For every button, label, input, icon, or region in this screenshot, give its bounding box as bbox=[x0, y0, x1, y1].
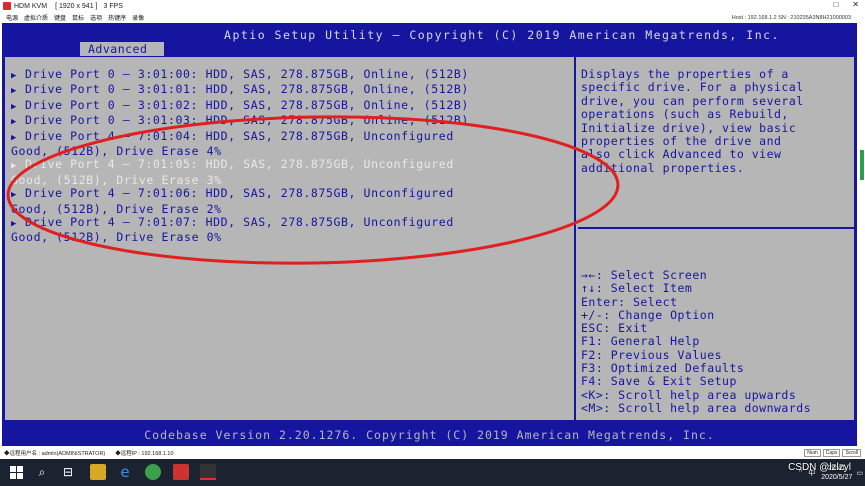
window-title: HDM KVM bbox=[14, 2, 48, 10]
menu-options[interactable]: 选项 bbox=[90, 13, 102, 22]
drive-item[interactable]: ▶ Drive Port 0 – 3:01:02: HDD, SAS, 278.8… bbox=[11, 97, 571, 114]
submenu-arrow-icon: ▶ bbox=[11, 161, 18, 172]
menu-virtual-media[interactable]: 虚拟介质 bbox=[24, 13, 48, 22]
tab-advanced[interactable]: Advanced bbox=[80, 42, 164, 56]
drive-status: Good, (512B), Drive Erase 4% bbox=[11, 144, 222, 159]
drive-label: Drive Port 0 – 3:01:00: HDD, SAS, 278.87… bbox=[25, 67, 469, 81]
bios-title: Aptio Setup Utility – Copyright (C) 2019… bbox=[224, 28, 780, 42]
key-legend-item: F4: Save & Exit Setup bbox=[581, 374, 737, 389]
window-resolution: [ 1920 x 941 ] bbox=[55, 2, 98, 10]
scroll-lock-indicator: Scroll bbox=[842, 449, 861, 457]
drive-status: Good, (512B), Drive Erase 2% bbox=[11, 201, 222, 216]
kvm-titlebar: HDM KVM [ 1920 x 941 ] 3 FPS □ ✕ bbox=[0, 0, 865, 12]
task-view-icon[interactable]: ⊟ bbox=[60, 464, 76, 480]
drive-list: ▶ Drive Port 0 – 3:01:00: HDD, SAS, 278.8… bbox=[11, 67, 571, 245]
drive-label: Drive Port 4 – 7:01:07: HDD, SAS, 278.87… bbox=[25, 215, 454, 230]
submenu-arrow-icon: ▶ bbox=[11, 117, 18, 128]
menu-keyboard[interactable]: 键盘 bbox=[54, 13, 66, 22]
notification-icon[interactable]: ▭ bbox=[856, 469, 863, 477]
drive-label: Drive Port 0 – 3:01:02: HDD, SAS, 278.87… bbox=[25, 97, 469, 112]
submenu-arrow-icon: ▶ bbox=[11, 132, 18, 143]
submenu-arrow-icon: ▶ bbox=[11, 190, 18, 201]
drive-label: Drive Port 0 – 3:01:01: HDD, SAS, 278.87… bbox=[25, 82, 469, 97]
kvm-app-icon[interactable] bbox=[200, 464, 216, 480]
drive-status: Good, (512B), Drive Erase 0% bbox=[11, 230, 222, 245]
bios-footer: Codebase Version 2.20.1276. Copyright (C… bbox=[144, 428, 715, 442]
drive-list-pane: ▶ Drive Port 0 – 3:01:00: HDD, SAS, 278.8… bbox=[5, 57, 576, 422]
bios-screen: Aptio Setup Utility – Copyright (C) 2019… bbox=[2, 23, 857, 446]
menu-power[interactable]: 电源 bbox=[6, 13, 18, 22]
remote-user: ◆远程用户名 : admin(ADMINISTRATOR) bbox=[4, 451, 106, 457]
windows-start-icon[interactable] bbox=[8, 464, 24, 480]
edge-browser-icon[interactable]: e bbox=[117, 463, 133, 481]
submenu-arrow-icon: ▶ bbox=[11, 71, 18, 81]
drive-status: Good, (512B), Drive Erase 3% bbox=[11, 172, 222, 187]
help-text: Displays the properties of a specific dr… bbox=[581, 67, 804, 175]
file-explorer-icon[interactable] bbox=[90, 464, 106, 480]
key-legend-item: F1: General Help bbox=[581, 334, 700, 349]
menu-mouse[interactable]: 鼠标 bbox=[72, 13, 84, 22]
drive-item[interactable]: ▶ Drive Port 4 – 7:01:05: HDD, SAS, 278.8… bbox=[11, 158, 571, 187]
close-icon[interactable]: ✕ bbox=[852, 0, 859, 9]
bios-content: ▶ Drive Port 0 – 3:01:00: HDD, SAS, 278.8… bbox=[4, 56, 856, 422]
key-legend-item: <M>: Scroll help area downwards bbox=[581, 400, 812, 415]
drive-label: Drive Port 4 – 7:01:06: HDD, SAS, 278.87… bbox=[25, 186, 454, 201]
clock-date: 2020/5/27 bbox=[821, 473, 853, 481]
submenu-arrow-icon: ▶ bbox=[11, 86, 18, 97]
drive-label: Drive Port 0 – 3:01:03: HDD, SAS, 278.87… bbox=[25, 113, 469, 128]
search-icon[interactable]: ⌕ bbox=[34, 464, 50, 480]
kvm-menubar: 电源 虚拟介质 键盘 鼠标 选项 热键序 录像 Host : 192.168.1… bbox=[0, 12, 865, 23]
app-red-icon[interactable] bbox=[173, 464, 189, 480]
num-lock-indicator: Num bbox=[804, 449, 821, 457]
menu-record[interactable]: 录像 bbox=[132, 13, 144, 22]
submenu-arrow-icon: ▶ bbox=[11, 101, 18, 112]
drive-item[interactable]: ▶ Drive Port 0 – 3:01:03: HDD, SAS, 278.8… bbox=[11, 114, 571, 129]
drive-item[interactable]: ▶ Drive Port 4 – 7:01:06: HDD, SAS, 278.8… bbox=[11, 187, 571, 216]
key-legend-item: →←: Select Screen bbox=[581, 268, 708, 282]
kvm-status-bar: ◆远程用户名 : admin(ADMINISTRATOR) ◆远程IP : 19… bbox=[0, 447, 865, 459]
app-green-icon[interactable] bbox=[145, 464, 161, 480]
windows-taskbar: ⌕ ⊟ e ^ 中 20:41 2020/5/27 ▭ bbox=[0, 459, 865, 486]
window-fps: 3 FPS bbox=[103, 2, 123, 10]
drive-item[interactable]: ▶ Drive Port 0 – 3:01:00: HDD, SAS, 278.8… bbox=[11, 67, 571, 83]
caps-lock-indicator: Caps bbox=[822, 449, 841, 457]
key-legend: →←: Select Screen ↑↓: Select Item Enter: S… bbox=[581, 268, 856, 415]
kvm-scrollbar[interactable] bbox=[860, 150, 864, 180]
key-legend-item: F2: Previous Values bbox=[581, 347, 723, 362]
maximize-icon[interactable]: □ bbox=[833, 0, 838, 9]
csdn-watermark: CSDN @lzlzyl bbox=[788, 462, 851, 473]
key-legend-item: <K>: Scroll help area upwards bbox=[581, 387, 797, 402]
kvm-logo-icon bbox=[3, 2, 11, 10]
help-pane: Displays the properties of a specific dr… bbox=[578, 57, 856, 422]
key-legend-item: F3: Optimized Defaults bbox=[581, 361, 745, 376]
key-legend-item: +/-: Change Option bbox=[581, 307, 715, 322]
remote-ip: ◆远程IP : 192.168.1.10 bbox=[115, 451, 174, 457]
help-divider bbox=[578, 227, 856, 229]
drive-item[interactable]: ▶ Drive Port 0 – 3:01:01: HDD, SAS, 278.8… bbox=[11, 83, 571, 98]
drive-label: Drive Port 4 – 7:01:05: HDD, SAS, 278.87… bbox=[25, 157, 454, 172]
host-info: Host : 192.168.1.2 SN : 210235A3N8H21000… bbox=[731, 14, 851, 21]
menu-hotkeys[interactable]: 热键序 bbox=[108, 13, 126, 22]
key-legend-item: ↑↓: Select Item bbox=[581, 281, 693, 296]
key-legend-item: Enter: Select bbox=[581, 294, 678, 309]
tab-row: Advanced bbox=[2, 42, 857, 56]
submenu-arrow-icon: ▶ bbox=[11, 219, 18, 230]
drive-item[interactable]: ▶ Drive Port 4 – 7:01:04: HDD, SAS, 278.8… bbox=[11, 128, 571, 159]
drive-item[interactable]: ▶ Drive Port 4 – 7:01:07: HDD, SAS, 278.8… bbox=[11, 215, 571, 245]
drive-label: Drive Port 4 – 7:01:04: HDD, SAS, 278.87… bbox=[25, 128, 454, 143]
key-legend-item: ESC: Exit bbox=[581, 321, 648, 336]
